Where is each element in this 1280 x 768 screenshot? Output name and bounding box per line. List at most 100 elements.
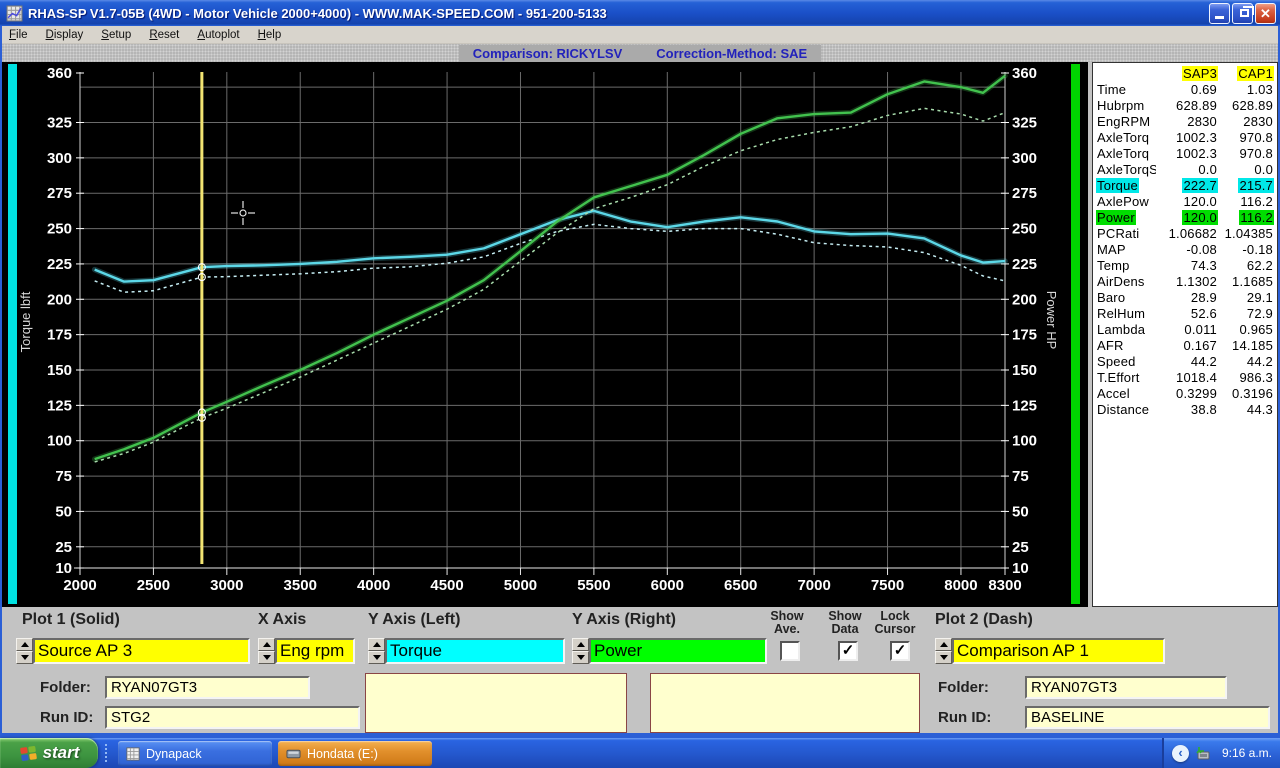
data-row-speed: Speed44.244.2 — [1096, 353, 1274, 369]
dynapack-icon — [126, 747, 140, 761]
svg-text:Torque lbft: Torque lbft — [18, 291, 33, 352]
spin-down-icon[interactable] — [16, 651, 33, 664]
close-icon: ✕ — [1260, 7, 1271, 20]
spin-up-icon[interactable] — [935, 638, 952, 651]
menu-file[interactable]: File — [0, 28, 37, 42]
yright-select[interactable]: Power — [589, 638, 767, 664]
svg-text:50: 50 — [55, 503, 72, 520]
svg-text:6500: 6500 — [724, 577, 757, 594]
svg-text:25: 25 — [55, 539, 72, 556]
svg-text:3500: 3500 — [284, 577, 317, 594]
show-data-checkbox[interactable]: ✓ — [838, 641, 858, 661]
task-dynapack[interactable]: Dynapack — [118, 741, 272, 766]
yleft-select[interactable]: Torque — [385, 638, 565, 664]
task-hondata[interactable]: Hondata (E:) — [278, 741, 432, 766]
spin-down-icon[interactable] — [935, 651, 952, 664]
yright-spinner — [572, 638, 589, 664]
svg-text:300: 300 — [47, 150, 72, 167]
show-ave-checkbox[interactable] — [780, 641, 800, 661]
svg-text:150: 150 — [1012, 362, 1037, 379]
spin-up-icon[interactable] — [572, 638, 589, 651]
left-run-id-input[interactable]: STG2 — [105, 706, 360, 729]
lock-cursor-checkbox[interactable]: ✓ — [890, 641, 910, 661]
task-label: Dynapack — [146, 747, 202, 761]
svg-text:100: 100 — [47, 433, 72, 450]
left-notes-box[interactable] — [365, 673, 627, 733]
spin-up-icon[interactable] — [258, 638, 275, 651]
tray-collapse-icon[interactable]: ‹ — [1172, 745, 1189, 762]
data-row-torque: Torque222.7215.7 — [1096, 177, 1274, 193]
start-button[interactable]: start — [0, 738, 98, 768]
menu-display[interactable]: Display — [37, 28, 93, 42]
svg-text:10: 10 — [55, 560, 72, 577]
restore-button[interactable] — [1232, 3, 1253, 24]
svg-text:50: 50 — [1012, 503, 1029, 520]
column-cap1: CAP1 — [1237, 66, 1274, 81]
svg-text:Power HP: Power HP — [1044, 291, 1059, 350]
left-folder-input[interactable]: RYAN07GT3 — [105, 676, 310, 699]
svg-text:25: 25 — [1012, 539, 1029, 556]
close-button[interactable]: ✕ — [1255, 3, 1276, 24]
spin-down-icon[interactable] — [258, 651, 275, 664]
column-sap3: SAP3 — [1182, 66, 1218, 81]
minimize-button[interactable] — [1209, 3, 1230, 24]
correction-method-label: Correction-Method: SAE — [656, 46, 807, 61]
plot1-label: Plot 1 (Solid) — [22, 611, 120, 629]
data-row-axlepow: AxlePow120.0116.2 — [1096, 193, 1274, 209]
menu-setup[interactable]: Setup — [92, 28, 140, 42]
svg-text:360: 360 — [1012, 65, 1037, 82]
start-label: start — [43, 743, 80, 763]
menu-reset[interactable]: Reset — [140, 28, 188, 42]
taskbar-grip[interactable] — [104, 743, 109, 763]
restore-icon — [1240, 9, 1249, 17]
svg-text:4000: 4000 — [357, 577, 390, 594]
data-row-power: Power120.0116.2 — [1096, 209, 1274, 225]
plot1-select[interactable]: Source AP 3 — [33, 638, 250, 664]
svg-text:75: 75 — [55, 468, 72, 485]
svg-text:7000: 7000 — [797, 577, 830, 594]
dyno-chart[interactable]: 2000250030003500400045005000550060006500… — [0, 62, 1088, 607]
svg-text:250: 250 — [1012, 221, 1037, 238]
xaxis-select[interactable]: Eng rpm — [275, 638, 355, 664]
svg-text:8300: 8300 — [988, 577, 1021, 594]
right-run-id-label: Run ID: — [938, 709, 991, 726]
lock-cursor-label: LockCursor — [860, 610, 930, 636]
right-run-id-input[interactable]: BASELINE — [1025, 706, 1270, 729]
svg-text:125: 125 — [1012, 397, 1037, 414]
svg-text:275: 275 — [47, 185, 72, 202]
right-notes-box[interactable] — [650, 673, 920, 733]
svg-text:250: 250 — [47, 221, 72, 238]
data-row-airdens: AirDens1.13021.1685 — [1096, 273, 1274, 289]
svg-text:5000: 5000 — [504, 577, 537, 594]
plot2-select[interactable]: Comparison AP 1 — [952, 638, 1165, 664]
svg-text:175: 175 — [1012, 327, 1037, 344]
svg-text:2500: 2500 — [137, 577, 170, 594]
svg-text:225: 225 — [1012, 256, 1037, 273]
spin-up-icon[interactable] — [368, 638, 385, 651]
svg-text:200: 200 — [1012, 291, 1037, 308]
svg-text:7500: 7500 — [871, 577, 904, 594]
svg-text:3000: 3000 — [210, 577, 243, 594]
data-row-axletorq: AxleTorq1002.3970.8 — [1096, 129, 1274, 145]
right-folder-label: Folder: — [938, 679, 989, 696]
spin-down-icon[interactable] — [368, 651, 385, 664]
drive-icon — [286, 748, 301, 760]
data-row-axletorq: AxleTorq1002.3970.8 — [1096, 145, 1274, 161]
svg-text:150: 150 — [47, 362, 72, 379]
svg-text:225: 225 — [47, 256, 72, 273]
right-folder-input[interactable]: RYAN07GT3 — [1025, 676, 1227, 699]
spin-up-icon[interactable] — [16, 638, 33, 651]
svg-text:100: 100 — [1012, 433, 1037, 450]
plot2-label: Plot 2 (Dash) — [935, 611, 1033, 629]
plot1-spinner — [16, 638, 33, 664]
menu-autoplot[interactable]: Autoplot — [188, 28, 248, 42]
svg-text:300: 300 — [1012, 150, 1037, 167]
spin-down-icon[interactable] — [572, 651, 589, 664]
svg-text:125: 125 — [47, 397, 72, 414]
data-row-t.effort: T.Effort1018.4986.3 — [1096, 369, 1274, 385]
menu-help[interactable]: Help — [249, 28, 291, 42]
taskbar-clock[interactable]: 9:16 a.m. — [1222, 746, 1272, 760]
window-border-left — [0, 26, 2, 733]
safely-remove-hardware-icon[interactable] — [1195, 746, 1211, 761]
data-row-baro: Baro28.929.1 — [1096, 289, 1274, 305]
